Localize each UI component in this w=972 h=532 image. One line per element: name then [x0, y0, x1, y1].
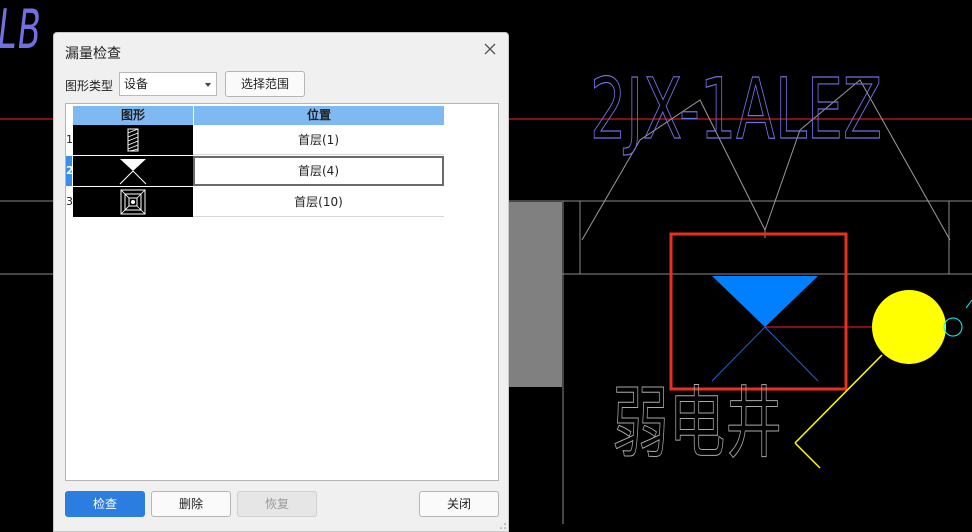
- check-button[interactable]: 检查: [65, 491, 145, 517]
- column-header-shape[interactable]: 图形: [73, 106, 193, 125]
- cad-label-room: 弱电井: [612, 379, 782, 469]
- shape-type-label: 图形类型: [65, 79, 114, 93]
- row-index: 2: [66, 164, 74, 177]
- dialog-title: 漏量检查: [65, 46, 121, 62]
- column-header-position[interactable]: 位置: [194, 106, 444, 125]
- cad-label-title: 2JX-1ALEZ: [590, 60, 882, 158]
- position-cell: 首层(10): [193, 187, 444, 217]
- row-index: 3: [66, 195, 73, 208]
- select-range-button[interactable]: 选择范围: [225, 71, 305, 97]
- gray-column-block: [509, 202, 562, 387]
- concentric-square-symbol-icon: [73, 187, 193, 217]
- position-cell: 首层(1): [193, 125, 444, 155]
- restore-button[interactable]: 恢复: [237, 491, 317, 517]
- shape-type-value: 设备: [124, 77, 149, 91]
- cad-label-top-left: LB: [0, 0, 42, 61]
- delete-button[interactable]: 删除: [151, 491, 231, 517]
- row-index: 1: [66, 133, 73, 146]
- close-icon[interactable]: [482, 41, 498, 57]
- hatched-rectangle-symbol-icon: [73, 125, 193, 155]
- chevron-down-icon: [205, 83, 211, 87]
- close-button[interactable]: 关闭: [419, 491, 499, 517]
- yellow-circle-marker[interactable]: [872, 290, 946, 364]
- position-cell: 首层(4): [193, 156, 444, 186]
- shape-type-select[interactable]: 设备: [119, 72, 217, 96]
- hourglass-triangle-symbol-icon: [73, 156, 193, 186]
- leak-check-dialog: 漏量检查 图形类型 设备 选择范围 图形 位置 1 首层(1) 2 首层(4) …: [53, 32, 509, 532]
- results-table: 图形 位置 1 首层(1) 2 首层(4) 3 首层(10): [65, 103, 499, 481]
